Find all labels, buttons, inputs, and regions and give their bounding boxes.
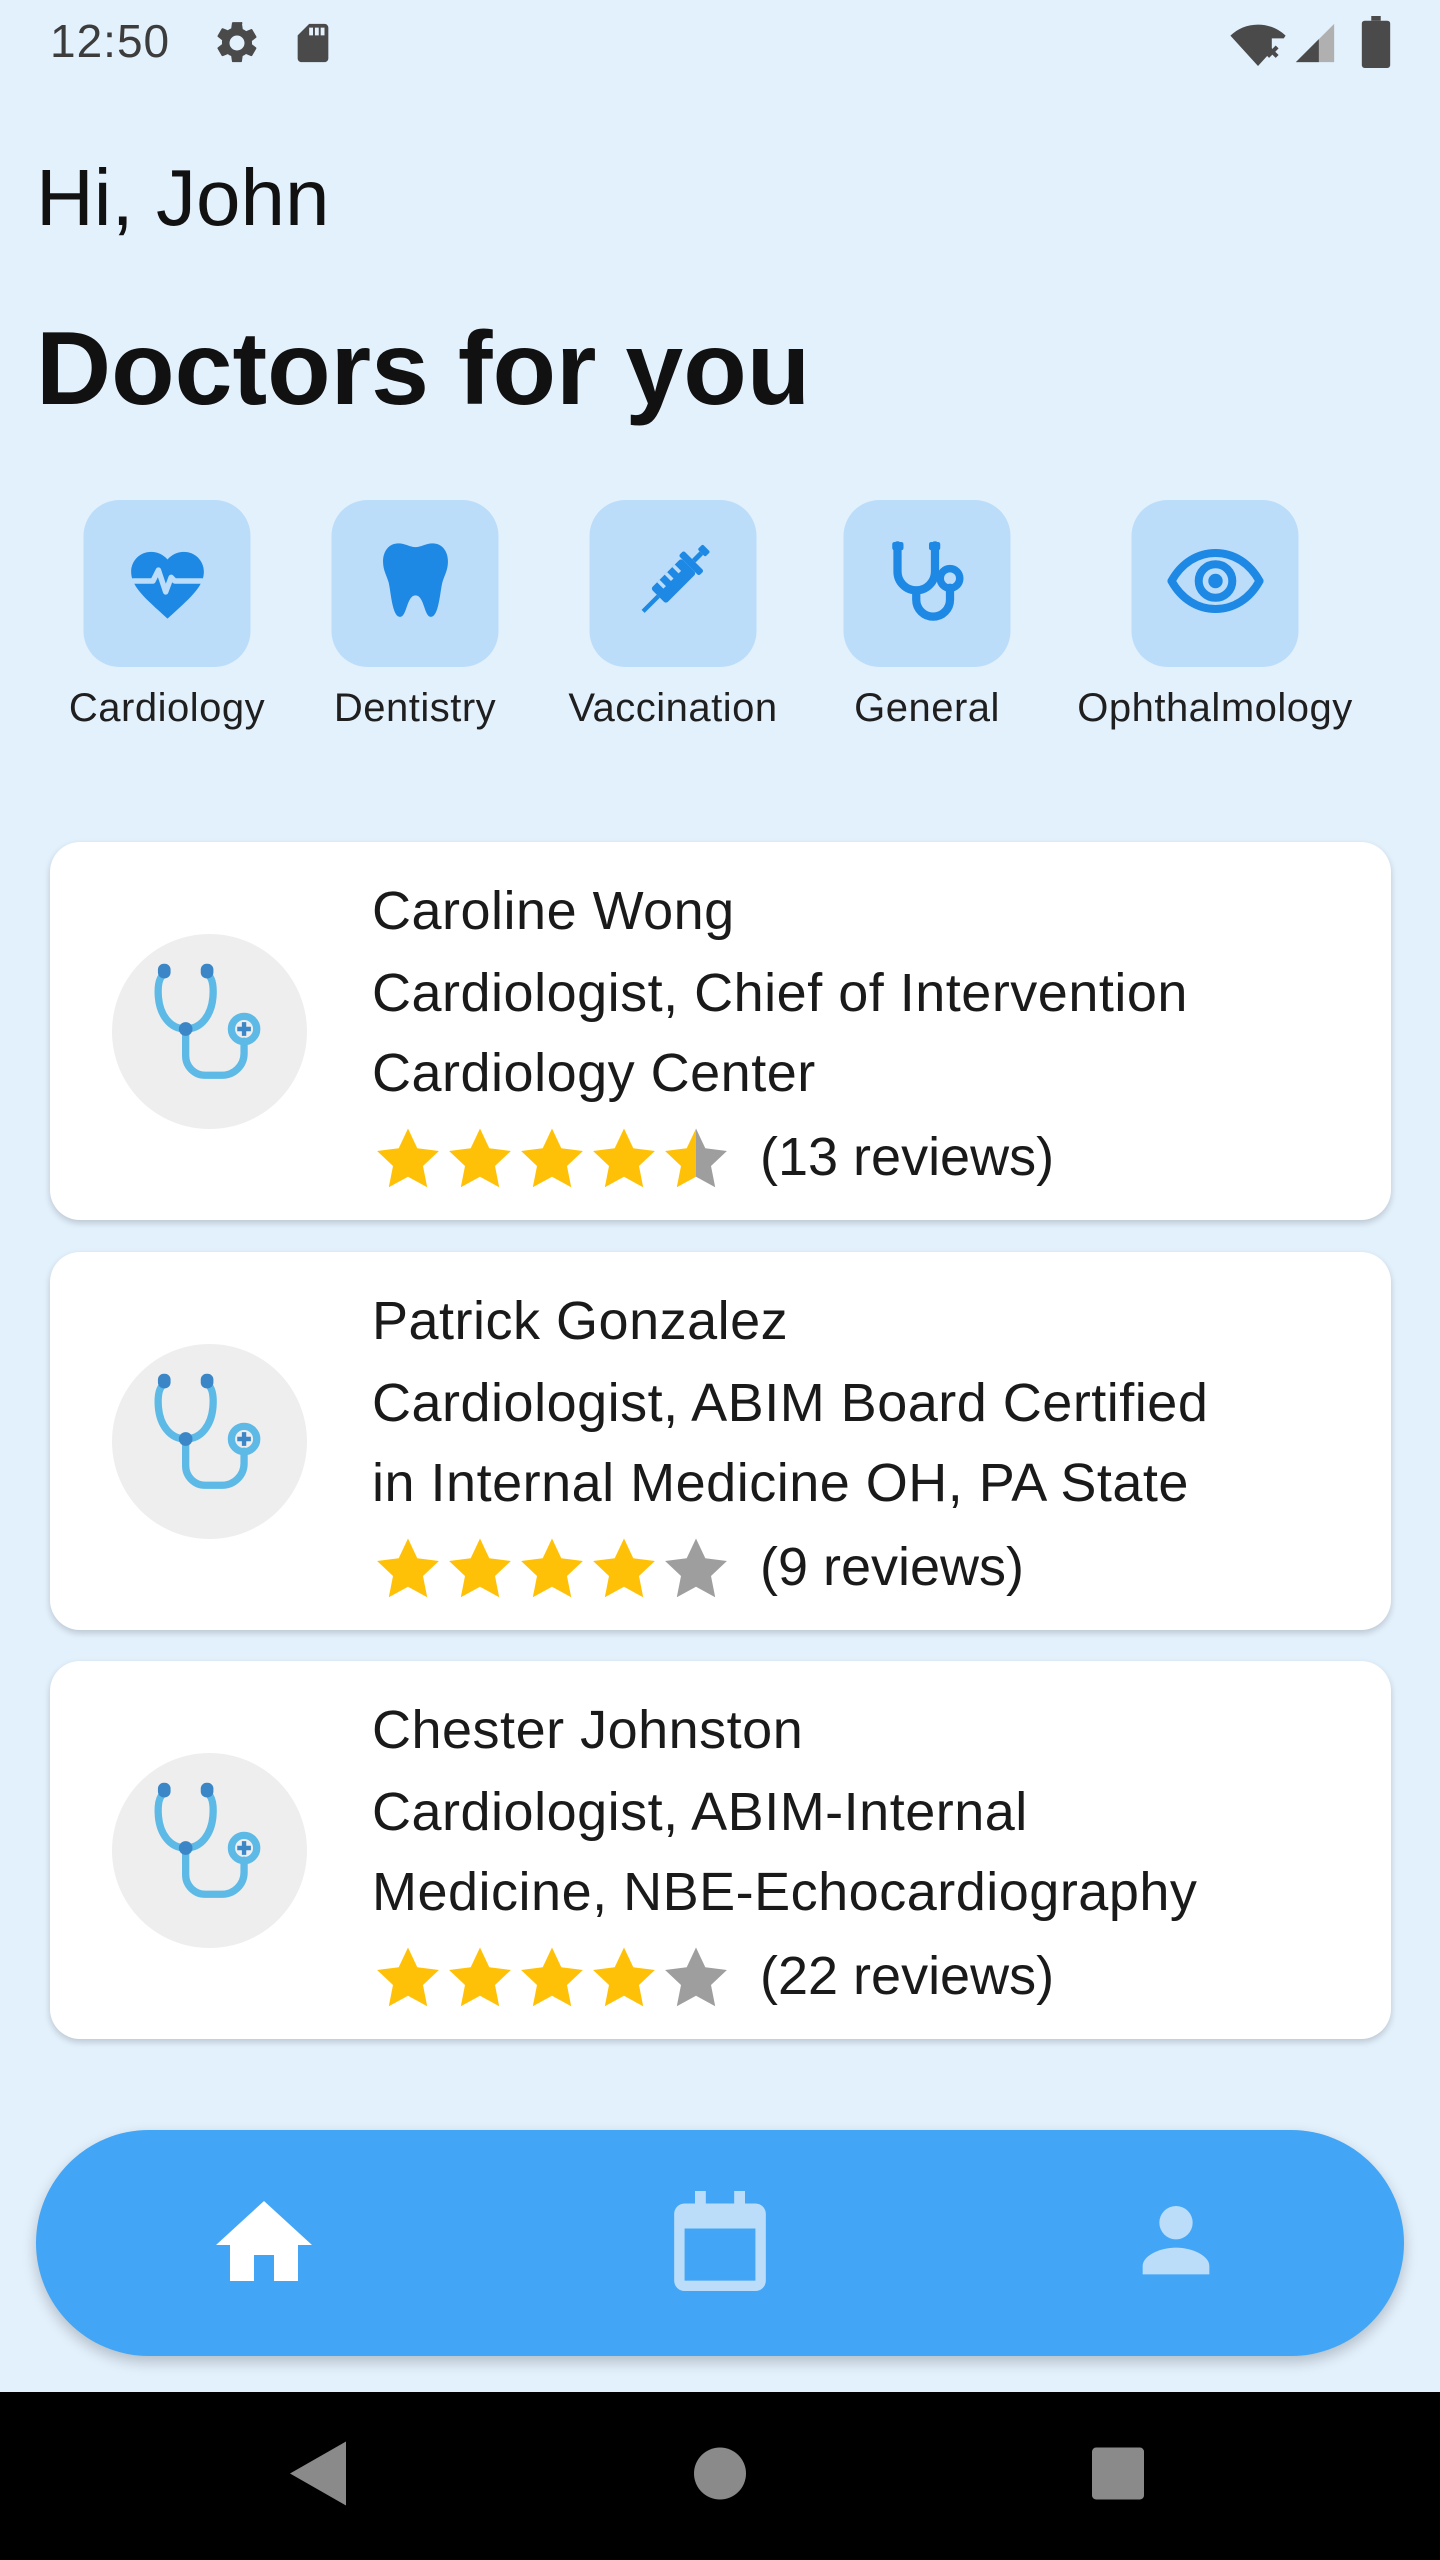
category-tile[interactable] <box>843 500 1011 667</box>
signal-icon <box>1292 20 1338 71</box>
recents-icon[interactable] <box>1092 2447 1144 2505</box>
doctor-subtitle: Medicine, NBE-Echocardiography <box>372 1862 1198 1922</box>
review-count: (22 reviews) <box>760 1946 1055 2006</box>
category-ophthalmology[interactable]: Ophthalmology <box>1077 500 1352 750</box>
star-icon <box>372 1943 444 2009</box>
tooth-icon <box>380 540 450 627</box>
doctor-title: Cardiologist, ABIM Board Certified <box>372 1373 1209 1433</box>
heart-pulse-icon <box>123 541 211 626</box>
star-icon <box>516 1943 588 2009</box>
battery-icon <box>1360 16 1392 73</box>
nav-home-button[interactable] <box>199 2178 329 2308</box>
star-icon <box>588 1124 660 1190</box>
stethoscope-icon <box>145 956 275 1107</box>
category-label: Ophthalmology <box>1077 686 1353 730</box>
star-rating <box>372 1534 732 1600</box>
doctor-title: Cardiologist, Chief of Intervention <box>372 963 1188 1023</box>
star-icon <box>444 1124 516 1190</box>
home-icon <box>216 2198 312 2289</box>
doctor-avatar <box>112 1753 307 1948</box>
status-bar: 12:50 <box>0 0 1440 84</box>
doctor-card[interactable]: Chester Johnston Cardiologist, ABIM-Inte… <box>50 1661 1391 2039</box>
star-icon <box>372 1534 444 1600</box>
person-icon <box>1136 2201 1216 2286</box>
star-icon <box>516 1534 588 1600</box>
star-icon <box>444 1943 516 2009</box>
nav-calendar-button[interactable] <box>655 2178 785 2308</box>
doctor-card[interactable]: Caroline Wong Cardiologist, Chief of Int… <box>50 842 1391 1220</box>
wifi-off-icon <box>1230 20 1286 71</box>
page-title: Doctors for you <box>36 311 811 427</box>
category-tile[interactable] <box>331 500 499 667</box>
star-icon <box>372 1124 444 1190</box>
doctor-avatar <box>112 1344 307 1539</box>
app-screen: 12:50 Hi, John Doctors for you Cardiolog… <box>0 0 1440 2560</box>
doctor-title: Cardiologist, ABIM-Internal <box>372 1782 1028 1842</box>
rating-row: (13 reviews) <box>372 1122 1054 1192</box>
category-general[interactable]: General <box>812 500 1042 750</box>
nav-profile-button[interactable] <box>1111 2178 1241 2308</box>
star-icon <box>660 1534 732 1600</box>
star-rating <box>372 1124 732 1190</box>
star-icon <box>660 1124 732 1190</box>
star-icon <box>516 1124 588 1190</box>
settings-icon <box>212 18 262 73</box>
review-count: (9 reviews) <box>760 1537 1025 1597</box>
doctor-name: Patrick Gonzalez <box>372 1291 789 1351</box>
doctor-subtitle: in Internal Medicine OH, PA State <box>372 1453 1189 1513</box>
eye-icon <box>1166 546 1264 621</box>
bottom-nav <box>36 2130 1404 2356</box>
back-icon[interactable] <box>290 2441 346 2511</box>
doctor-name: Chester Johnston <box>372 1700 804 1760</box>
star-icon <box>588 1943 660 2009</box>
star-icon <box>444 1534 516 1600</box>
category-tile[interactable] <box>589 500 757 667</box>
system-nav-bar <box>0 2392 1440 2560</box>
greeting: Hi, John <box>36 153 330 242</box>
star-icon <box>660 1943 732 2009</box>
star-rating <box>372 1943 732 2009</box>
stethoscope-icon <box>882 536 972 631</box>
status-time: 12:50 <box>50 15 171 67</box>
doctor-subtitle: Cardiology Center <box>372 1043 816 1103</box>
home-circle-icon[interactable] <box>694 2447 746 2505</box>
rating-row: (9 reviews) <box>372 1532 1024 1602</box>
review-count: (13 reviews) <box>760 1127 1055 1187</box>
category-tile[interactable] <box>83 500 251 667</box>
syringe-icon <box>630 538 716 629</box>
category-dentistry[interactable]: Dentistry <box>300 500 530 750</box>
doctor-name: Caroline Wong <box>372 881 735 941</box>
stethoscope-icon <box>145 1366 275 1517</box>
stethoscope-icon <box>145 1775 275 1926</box>
category-tile[interactable] <box>1131 500 1299 667</box>
rating-row: (22 reviews) <box>372 1941 1054 2011</box>
star-icon <box>588 1534 660 1600</box>
sd-card-icon <box>290 18 336 73</box>
calendar-icon <box>674 2190 766 2296</box>
doctor-card[interactable]: Patrick Gonzalez Cardiologist, ABIM Boar… <box>50 1252 1391 1630</box>
doctor-avatar <box>112 934 307 1129</box>
